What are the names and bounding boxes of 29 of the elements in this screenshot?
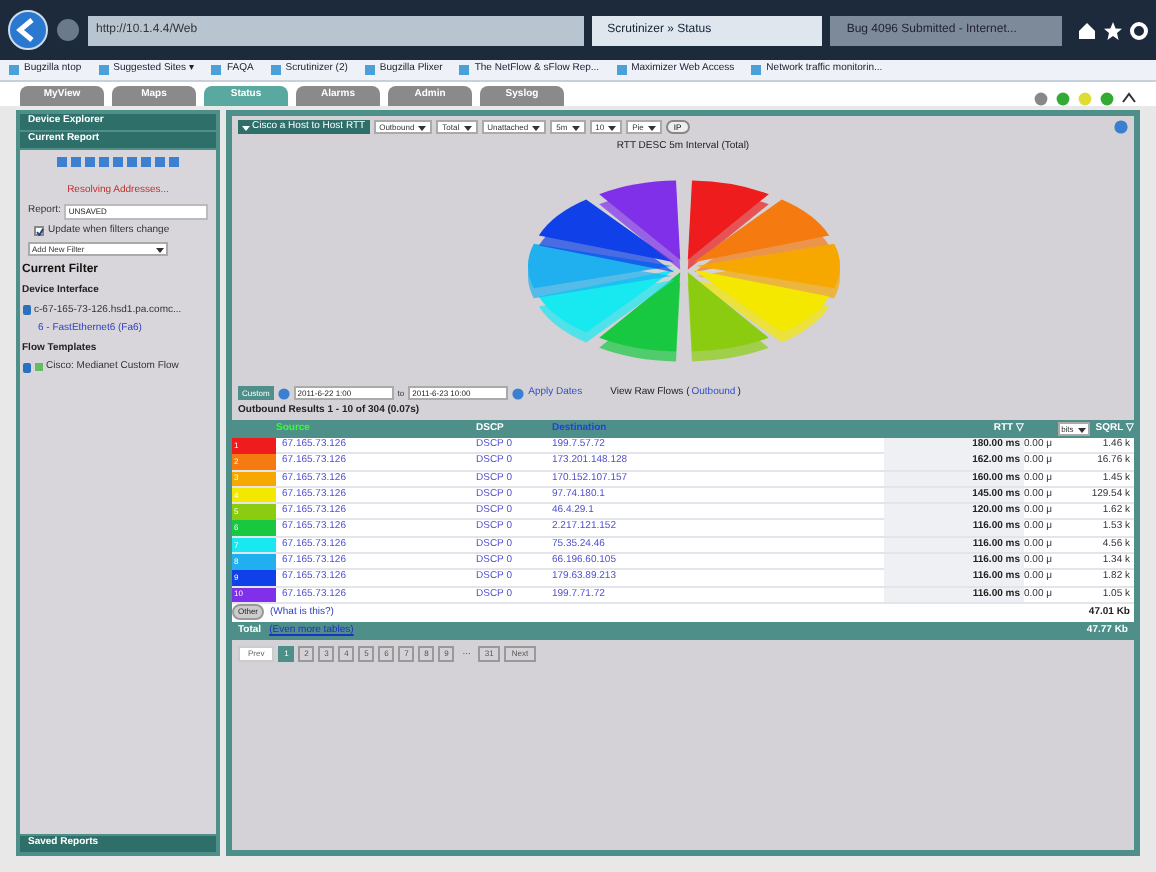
page-icon[interactable] <box>8 64 20 76</box>
dropdown-arrow-icon <box>156 245 164 253</box>
home-icon[interactable] <box>1078 21 1096 39</box>
star-icon[interactable] <box>1104 21 1122 39</box>
page-icon[interactable] <box>458 64 471 76</box>
page-icon[interactable] <box>615 64 628 76</box>
page-icon[interactable] <box>363 64 376 76</box>
status-light-icon[interactable] <box>1100 92 1114 106</box>
page-icon[interactable] <box>750 64 763 76</box>
dropdown-arrow-icon <box>532 123 541 131</box>
database-icon[interactable] <box>22 304 32 317</box>
status-light-icon[interactable] <box>1034 92 1048 106</box>
check-icon <box>36 227 44 236</box>
checkbox[interactable] <box>34 225 44 236</box>
dropdown-arrow-icon <box>571 123 580 131</box>
dropdown-arrow-icon <box>608 123 617 131</box>
page-icon[interactable] <box>269 64 282 76</box>
status-light-icon[interactable] <box>1056 92 1070 106</box>
database-icon[interactable] <box>22 361 32 374</box>
back-button-icon[interactable] <box>8 10 48 50</box>
page-icon[interactable] <box>210 64 223 76</box>
dropdown-arrow-icon <box>418 123 427 131</box>
dropdown-arrow-icon <box>647 123 656 131</box>
page-icon[interactable] <box>97 64 110 76</box>
template-icon[interactable] <box>34 362 44 373</box>
dropdown-arrow-icon <box>242 123 250 131</box>
dropdown-arrow-icon <box>1077 425 1086 433</box>
dropdown-arrow-icon <box>463 123 472 131</box>
status-light-icon[interactable] <box>1078 92 1092 106</box>
